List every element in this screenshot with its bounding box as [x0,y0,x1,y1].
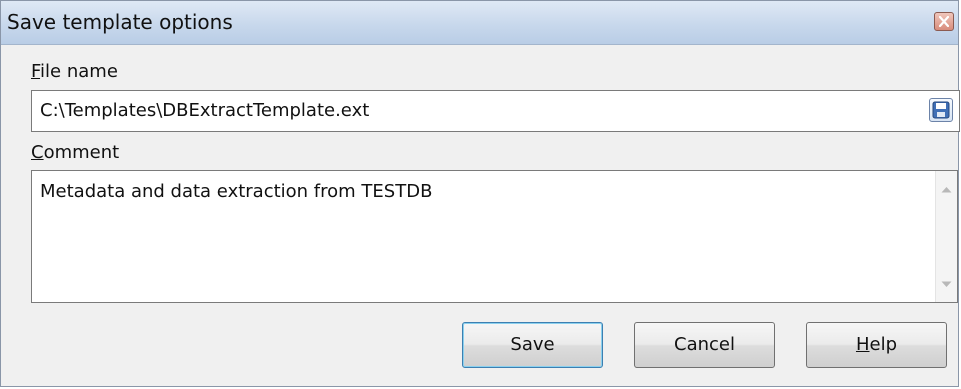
file-name-value[interactable]: C:\Templates\DBExtractTemplate.ext [40,100,369,121]
scroll-down-button[interactable] [936,274,957,296]
scroll-up-arrow-icon [941,187,952,193]
comment-value[interactable]: Metadata and data extraction from TESTDB [40,181,432,202]
help-button[interactable]: Help [806,322,947,368]
close-button[interactable] [934,12,954,31]
browse-save-file-button[interactable] [929,98,953,122]
file-name-field[interactable]: C:\Templates\DBExtractTemplate.ext [31,90,960,132]
file-name-label: File name [31,61,118,82]
cancel-button[interactable]: Cancel [634,322,775,368]
dialog-title: Save template options [7,10,233,34]
title-bar[interactable]: Save template options [1,1,958,45]
save-template-dialog: Save template options File name C:\Templ… [0,0,960,387]
scroll-up-button[interactable] [936,179,957,201]
save-button[interactable]: Save [462,322,603,368]
close-icon [939,16,949,27]
comment-textarea[interactable]: Metadata and data extraction from TESTDB [31,170,958,303]
floppy-disk-icon [932,101,950,119]
scroll-down-arrow-icon [941,281,952,287]
comment-label: Comment [31,142,120,163]
comment-scrollbar[interactable] [935,171,957,302]
